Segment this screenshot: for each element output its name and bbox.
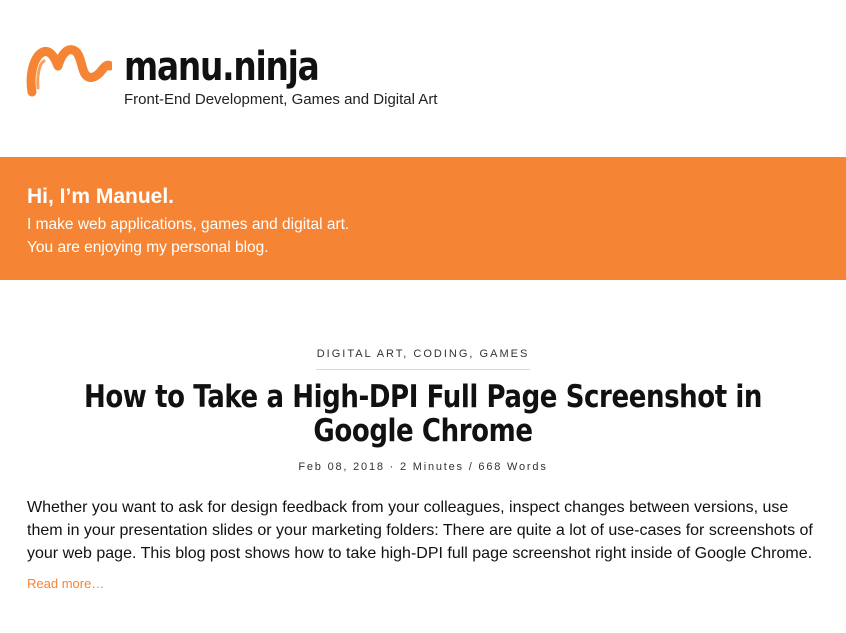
site-title-link[interactable]: manu.ninja — [124, 41, 320, 93]
intro-banner: Hi, I’m Manuel. I make web applications,… — [0, 157, 846, 280]
intro-line-2: You are enjoying my personal blog. — [27, 239, 269, 256]
category-separator: , — [469, 348, 480, 360]
post-meta: Feb 08, 2018 · 2 Minutes / 668 Words — [298, 461, 548, 473]
post-title-text[interactable]: How to Take a High-DPI Full Page Screens… — [32, 380, 813, 448]
category-separator: , — [403, 348, 414, 360]
intro-line-1: I make web applications, games and digit… — [27, 216, 350, 233]
post-title[interactable]: How to Take a High-DPI Full Page Screens… — [30, 380, 816, 448]
site-header: manu.ninja Front-End Development, Games … — [0, 0, 846, 157]
post-excerpt: Whether you want to ask for design feedb… — [27, 499, 813, 562]
category-link-coding[interactable]: CODING — [413, 348, 469, 360]
intro-heading: Hi, I’m Manuel. — [27, 185, 175, 208]
category-link-games[interactable]: GAMES — [480, 348, 530, 360]
category-link-digital-art[interactable]: DIGITAL ART — [317, 348, 404, 360]
post-categories: DIGITAL ART, CODING, GAMES — [0, 346, 846, 362]
logo-icon[interactable] — [26, 44, 112, 98]
site-tagline: Front-End Development, Games and Digital… — [124, 91, 438, 108]
read-more-link[interactable]: Read more… — [27, 575, 104, 593]
category-divider — [316, 369, 530, 370]
